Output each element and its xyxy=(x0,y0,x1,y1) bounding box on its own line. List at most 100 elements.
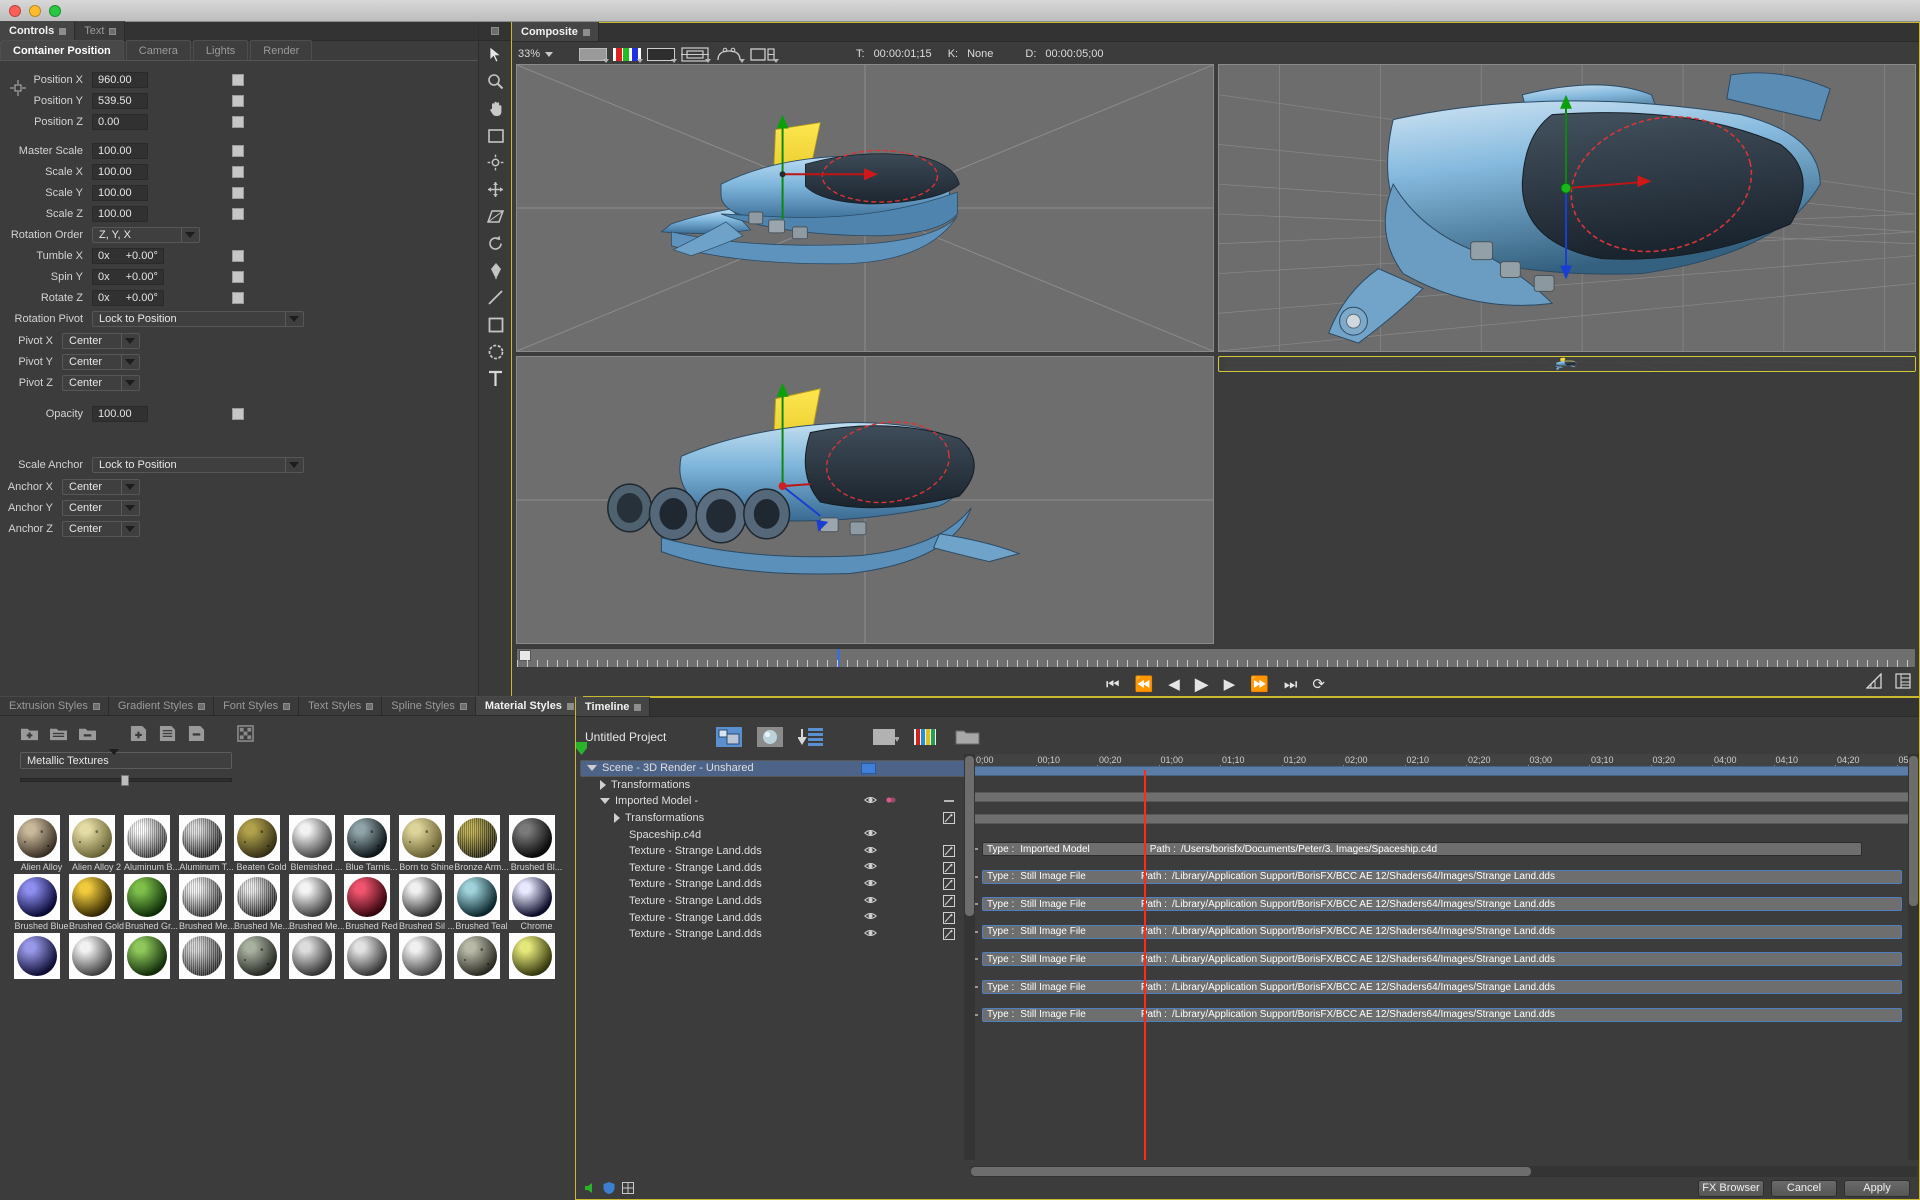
scrollbar-thumb[interactable] xyxy=(1909,756,1918,906)
tab-close-icon[interactable] xyxy=(582,28,590,36)
rectangle-icon[interactable] xyxy=(479,311,512,338)
blank-swatch-icon[interactable] xyxy=(872,727,899,748)
keyframe-track-icon[interactable] xyxy=(943,861,955,874)
pen-icon[interactable] xyxy=(479,257,512,284)
swatch-size-slider[interactable] xyxy=(20,775,232,786)
visibility-eye-icon[interactable] xyxy=(864,878,877,891)
keyframe-toggle[interactable] xyxy=(232,249,244,262)
rgb-channels-icon[interactable] xyxy=(610,46,644,63)
keyframe-toggle[interactable] xyxy=(232,115,244,128)
delete-style-icon[interactable] xyxy=(187,725,206,742)
keyframe-track-icon[interactable] xyxy=(943,845,955,858)
tab-font-styles[interactable]: Font Styles xyxy=(214,696,300,715)
folder-icon[interactable] xyxy=(861,762,876,774)
master-scale-input[interactable]: 100.00 xyxy=(92,142,148,159)
new-folder-icon[interactable] xyxy=(20,725,39,742)
material-swatch[interactable] xyxy=(124,933,179,980)
position-z-input[interactable]: 0.00 xyxy=(92,113,148,130)
material-swatch[interactable]: Alien Alloy xyxy=(14,815,69,872)
waveform-icon[interactable] xyxy=(1866,673,1883,689)
split-view-icon[interactable] xyxy=(746,46,780,63)
timeline-tree-row[interactable]: Transformations xyxy=(580,810,965,827)
tab-close-icon[interactable] xyxy=(366,702,374,710)
perspective-corner-icon[interactable] xyxy=(479,203,512,230)
chevron-down-icon[interactable] xyxy=(121,375,138,390)
grid-toggle-icon[interactable] xyxy=(622,1182,634,1194)
tab-controls[interactable]: Controls xyxy=(0,21,76,40)
timeline-tree-row[interactable]: Texture - Strange Land.dds xyxy=(580,926,965,943)
background-swatch-icon[interactable] xyxy=(576,46,610,63)
visibility-eye-icon[interactable] xyxy=(864,911,877,924)
rotate-z-input[interactable]: 0x +0.00° xyxy=(92,289,164,306)
pivot-x-select[interactable]: Center xyxy=(62,332,140,349)
timeline-tree-row[interactable]: Imported Model - xyxy=(580,793,965,810)
scrollbar-thumb[interactable] xyxy=(971,1167,1531,1176)
material-swatch[interactable]: Brushed Me... xyxy=(234,874,289,931)
anchor-x-select[interactable]: Center xyxy=(62,478,140,495)
disclosure-triangle-icon[interactable] xyxy=(600,779,606,790)
pivot-y-select[interactable]: Center xyxy=(62,353,140,370)
chevron-down-icon[interactable] xyxy=(181,227,198,242)
material-swatch[interactable] xyxy=(234,933,289,980)
tab-gradient-styles[interactable]: Gradient Styles xyxy=(108,696,215,715)
open-folder-icon[interactable] xyxy=(49,725,68,742)
tab-text-styles[interactable]: Text Styles xyxy=(299,696,383,715)
arrow-select-icon[interactable] xyxy=(479,41,512,68)
fx-browser-button[interactable]: FX Browser xyxy=(1698,1179,1764,1197)
timeline-playhead-handle[interactable] xyxy=(576,742,587,755)
rotation-order-select[interactable]: Z, Y, X xyxy=(92,226,200,243)
rotation-pivot-select[interactable]: Lock to Position xyxy=(92,311,304,327)
checker-preview-icon[interactable] xyxy=(236,724,255,742)
material-swatch[interactable]: Aluminum T... xyxy=(179,815,234,872)
keyframe-toggle[interactable] xyxy=(232,270,244,283)
disclosure-triangle-icon[interactable] xyxy=(614,813,620,824)
zoom-level-select[interactable]: 33% xyxy=(518,48,576,60)
scale-y-input[interactable]: 100.00 xyxy=(92,184,148,201)
material-swatch[interactable]: Bronze Arm... xyxy=(454,815,509,872)
keyframe-track-icon[interactable] xyxy=(943,928,955,941)
subtab-camera[interactable]: Camera xyxy=(125,40,191,60)
keyframe-toggle[interactable] xyxy=(232,94,244,107)
keyframe-toggle[interactable] xyxy=(232,291,244,304)
material-swatch[interactable] xyxy=(14,933,69,980)
step-back-button[interactable]: ◀ xyxy=(1168,677,1180,692)
material-swatch[interactable]: Brushed Me... xyxy=(179,874,234,931)
material-swatch[interactable]: Brushed Teal xyxy=(454,874,509,931)
tab-text[interactable]: Text xyxy=(75,21,126,40)
alpha-matte-icon[interactable] xyxy=(644,46,678,63)
tab-timeline[interactable]: Timeline xyxy=(576,697,651,716)
shield-icon[interactable] xyxy=(603,1182,615,1194)
pivot-z-select[interactable]: Center xyxy=(62,374,140,391)
copy-style-icon[interactable] xyxy=(158,725,177,742)
move-crosshair-icon[interactable] xyxy=(479,176,512,203)
line-icon[interactable] xyxy=(479,284,512,311)
material-swatch[interactable]: Aluminum B... xyxy=(124,815,179,872)
material-swatch[interactable] xyxy=(179,933,234,980)
material-swatch[interactable] xyxy=(344,933,399,980)
tab-close-icon[interactable] xyxy=(566,702,574,710)
timeline-playhead[interactable] xyxy=(1144,770,1146,1160)
rotate-icon[interactable] xyxy=(479,230,512,257)
scale-x-input[interactable]: 100.00 xyxy=(92,163,148,180)
timeline-clip[interactable]: Type : Still Image File Path :/Library/App… xyxy=(982,924,1902,939)
chevron-down-icon[interactable] xyxy=(285,312,302,326)
opacity-input[interactable]: 100.00 xyxy=(92,405,148,422)
composite-scrubber[interactable] xyxy=(516,648,1916,668)
master-time-band[interactable] xyxy=(974,766,1914,776)
tab-extrusion-styles[interactable]: Extrusion Styles xyxy=(0,696,109,715)
material-swatch[interactable] xyxy=(289,933,344,980)
timeline-vertical-scrollbar[interactable] xyxy=(1908,754,1919,1160)
scale-anchor-select[interactable]: Lock to Position xyxy=(92,457,304,473)
timeline-clip[interactable]: Type : Still Image File Path :/Library/App… xyxy=(982,897,1902,912)
motion-blur-icon[interactable] xyxy=(885,795,897,808)
tab-close-icon[interactable] xyxy=(459,702,467,710)
light-sun-icon[interactable] xyxy=(479,149,512,176)
slider-knob[interactable] xyxy=(121,775,129,786)
chevron-down-icon[interactable] xyxy=(121,521,138,536)
material-swatch[interactable]: Brushed Blue xyxy=(14,874,69,931)
disclosure-triangle-icon[interactable] xyxy=(587,765,597,772)
anchor-z-select[interactable]: Center xyxy=(62,520,140,537)
visibility-eye-icon[interactable] xyxy=(864,845,877,858)
scrollbar-thumb[interactable] xyxy=(965,756,974,916)
keyframe-toggle[interactable] xyxy=(232,144,244,157)
